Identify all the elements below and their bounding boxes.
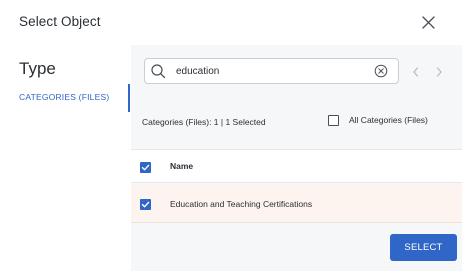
row-checkbox[interactable] <box>140 199 151 210</box>
search-icon <box>150 63 166 79</box>
table-row[interactable]: Education and Teaching Certifications <box>131 185 462 223</box>
object-panel: Categories (Files): 1 | 1 Selected All C… <box>131 45 462 271</box>
column-header-name[interactable]: Name <box>170 161 193 171</box>
type-sidebar: Type CATEGORIES (FILES) <box>0 45 131 271</box>
chevron-right-icon[interactable] <box>434 65 444 77</box>
select-button[interactable]: SELECT <box>390 234 457 261</box>
clear-circle-icon[interactable] <box>374 64 388 78</box>
select-all-checkbox[interactable] <box>140 162 151 173</box>
row-name-cell: Education and Teaching Certifications <box>170 199 313 209</box>
grid-header: Name <box>131 149 462 183</box>
select-object-dialog: Select Object Type CATEGORIES (FILES) ed… <box>0 0 462 271</box>
all-categories-label: All Categories (Files) <box>349 115 428 125</box>
dialog-title: Select Object <box>19 14 101 29</box>
sidebar-item-categories-files[interactable]: CATEGORIES (FILES) <box>19 92 109 102</box>
chevron-left-icon[interactable] <box>411 65 421 77</box>
sidebar-heading: Type <box>19 59 56 78</box>
selection-summary: Categories (Files): 1 | 1 Selected <box>142 117 266 127</box>
active-item-indicator <box>128 84 130 112</box>
close-icon[interactable] <box>420 14 437 31</box>
dialog-header: Select Object <box>0 0 462 45</box>
search-box <box>144 58 399 84</box>
all-categories-checkbox[interactable] <box>328 115 339 126</box>
search-input[interactable] <box>176 59 366 83</box>
